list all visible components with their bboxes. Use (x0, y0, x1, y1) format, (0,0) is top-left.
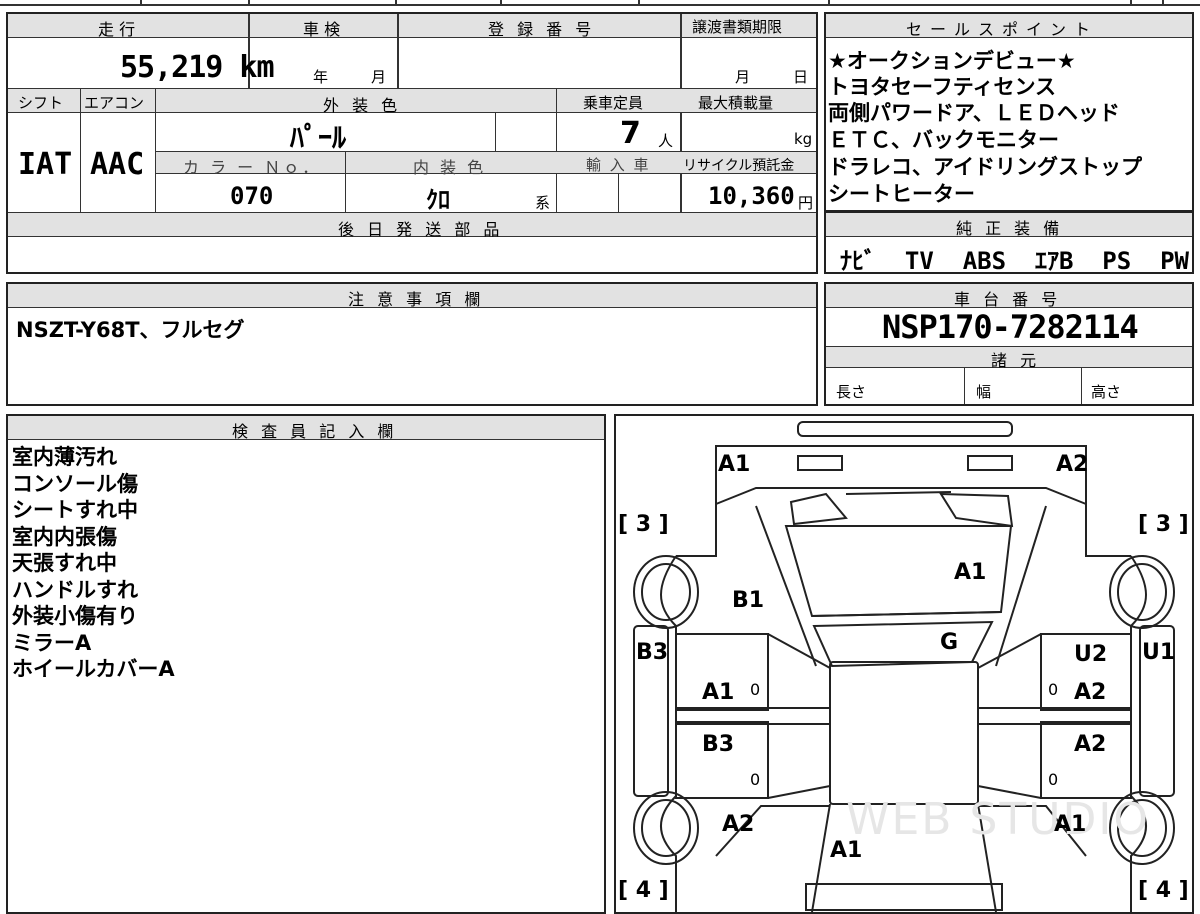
zero-mark: 0 (750, 770, 761, 789)
label-tire-rr: [ 4 ] (1138, 878, 1189, 903)
capacity-label: 乗車定員 (583, 94, 644, 112)
inspection-label: 車 検 (303, 20, 341, 39)
label-hood: A1 (954, 560, 987, 585)
color-no-value: 070 (230, 182, 274, 210)
label-mirror-right-u: U2 (1074, 642, 1108, 667)
maxload-unit: kg (794, 130, 813, 148)
maxload-label: 最大積載量 (698, 94, 774, 112)
equipment-label: 純 正 装 備 (956, 219, 1064, 238)
sales-line: ドラレコ、アイドリングストップ (828, 155, 1142, 179)
label-door-rr: A2 (1074, 732, 1107, 757)
label-door-fr: A2 (1074, 680, 1107, 705)
label-mirror-left: B3 (636, 640, 669, 665)
label-tire-rl: [ 4 ] (618, 878, 669, 903)
spec-label: 諸 元 (991, 351, 1041, 370)
inspector-line: コンソール傷 (12, 472, 138, 496)
chassis-number: NSP170-7282114 (882, 308, 1139, 346)
notes-label: 注 意 事 項 欄 (348, 290, 485, 309)
chassis-box: 車 台 番 号 NSP170-7282114 諸 元 長さ 幅 高さ (824, 282, 1194, 406)
inspector-line: ハンドルすれ (12, 578, 138, 602)
sales-line: ★オークションデビュー★ (828, 49, 1076, 73)
height-label: 高さ (1091, 383, 1122, 401)
sales-line: トヨタセーフティセンス (828, 75, 1057, 99)
inspector-line: ホイールカバーA (12, 657, 175, 681)
later-parts-label: 後 日 発 送 部 品 (338, 220, 504, 239)
vehicle-info-sheet: 走 行 車 検 登 録 番 号 譲渡書類期限 55,219 km 年 月 月 日… (6, 12, 818, 274)
label-front-left: A1 (718, 452, 751, 477)
label-door-fl: A1 (702, 680, 735, 705)
ac-label: エアコン (84, 94, 145, 112)
inspection-month: 月 (371, 68, 387, 86)
recycle-value: 10,360 (708, 182, 795, 210)
label-tire-fl: [ 3 ] (618, 512, 669, 537)
top-strip (0, 0, 1200, 6)
exterior-label: 外 装 色 (323, 96, 402, 115)
label-door-rl: B3 (702, 732, 735, 757)
capacity-unit: 人 (658, 132, 674, 150)
interior-value: ｸﾛ (426, 186, 450, 214)
inspector-line: 室内内張傷 (12, 525, 117, 549)
notes-box: 注 意 事 項 欄 NSZT-Y68T、フルセグ (6, 282, 818, 406)
deadline-day: 日 (793, 68, 809, 86)
inspector-box: 検 査 員 記 入 欄 室内薄汚れ コンソール傷 シートすれ中 室内内張傷 天張… (6, 414, 606, 914)
inspector-line: ミラーA (12, 631, 92, 655)
shift-value: IAT (18, 147, 73, 182)
label-fender-left: B1 (732, 588, 765, 613)
zero-mark: 0 (1048, 680, 1059, 699)
import-label: 輸 入 車 (586, 156, 651, 174)
length-label: 長さ (836, 383, 867, 401)
inspector-line: シートすれ中 (12, 498, 138, 522)
inspection-year: 年 (313, 68, 329, 86)
recycle-label: リサイクル預託金 (683, 158, 795, 174)
zero-mark: 0 (1048, 770, 1059, 789)
sales-line: ＥＴＣ、バックモニター (828, 128, 1059, 152)
interior-label: 内 装 色 (413, 158, 487, 177)
label-front-right: A2 (1056, 452, 1089, 477)
label-mirror-right: U1 (1142, 640, 1176, 665)
interior-suffix: 系 (535, 194, 551, 212)
inspector-label: 検 査 員 記 入 欄 (232, 422, 398, 441)
equipment-value: ﾅﾋﾞ TV ABS ｴｱB PS PW (840, 247, 1189, 275)
label-tire-fr: [ 3 ] (1138, 512, 1189, 537)
sales-line: 両側パワードア、ＬＥＤヘッド (828, 101, 1120, 125)
sales-points-box: セールスポイント ★オークションデビュー★ トヨタセーフティセンス 両側パワード… (824, 12, 1194, 212)
mileage-label: 走 行 (98, 20, 136, 39)
sales-points-label: セールスポイント (906, 20, 1099, 39)
label-windshield: G (940, 630, 959, 655)
recycle-unit: 円 (798, 194, 814, 212)
zero-mark: 0 (750, 680, 761, 699)
notes-value: NSZT-Y68T、フルセグ (16, 318, 245, 342)
ac-value: AAC (90, 147, 145, 182)
width-label: 幅 (976, 383, 992, 401)
diagram-watermark: WEB STUDIO (846, 794, 1150, 845)
capacity-value: 7 (620, 116, 641, 151)
registration-label: 登 録 番 号 (488, 20, 596, 39)
equipment-box: 純 正 装 備 ﾅﾋﾞ TV ABS ｴｱB PS PW (824, 211, 1194, 275)
label-rear: A1 (830, 838, 863, 863)
label-quarter-right: A1 (1054, 812, 1087, 837)
shift-label: シフト (18, 94, 64, 112)
sales-line: シートヒーター (828, 182, 975, 206)
inspector-line: 外装小傷有り (12, 604, 138, 628)
label-quarter-left: A2 (722, 812, 755, 837)
inspector-line: 室内薄汚れ (12, 445, 117, 469)
deadline-month: 月 (735, 68, 751, 86)
chassis-label: 車 台 番 号 (954, 290, 1062, 309)
inspector-line: 天張すれ中 (12, 551, 117, 575)
mileage-value: 55,219 km (120, 50, 275, 85)
deadline-label: 譲渡書類期限 (692, 18, 783, 36)
exterior-value: ﾊﾟｰﾙ (290, 121, 347, 154)
car-diagram-box: WEB STUDIO A1 A2 [ 3 ] [ 3 ] A1 B1 G B3 … (614, 414, 1194, 914)
color-no-label: カ ラ ー Ｎｏ． (183, 158, 322, 177)
